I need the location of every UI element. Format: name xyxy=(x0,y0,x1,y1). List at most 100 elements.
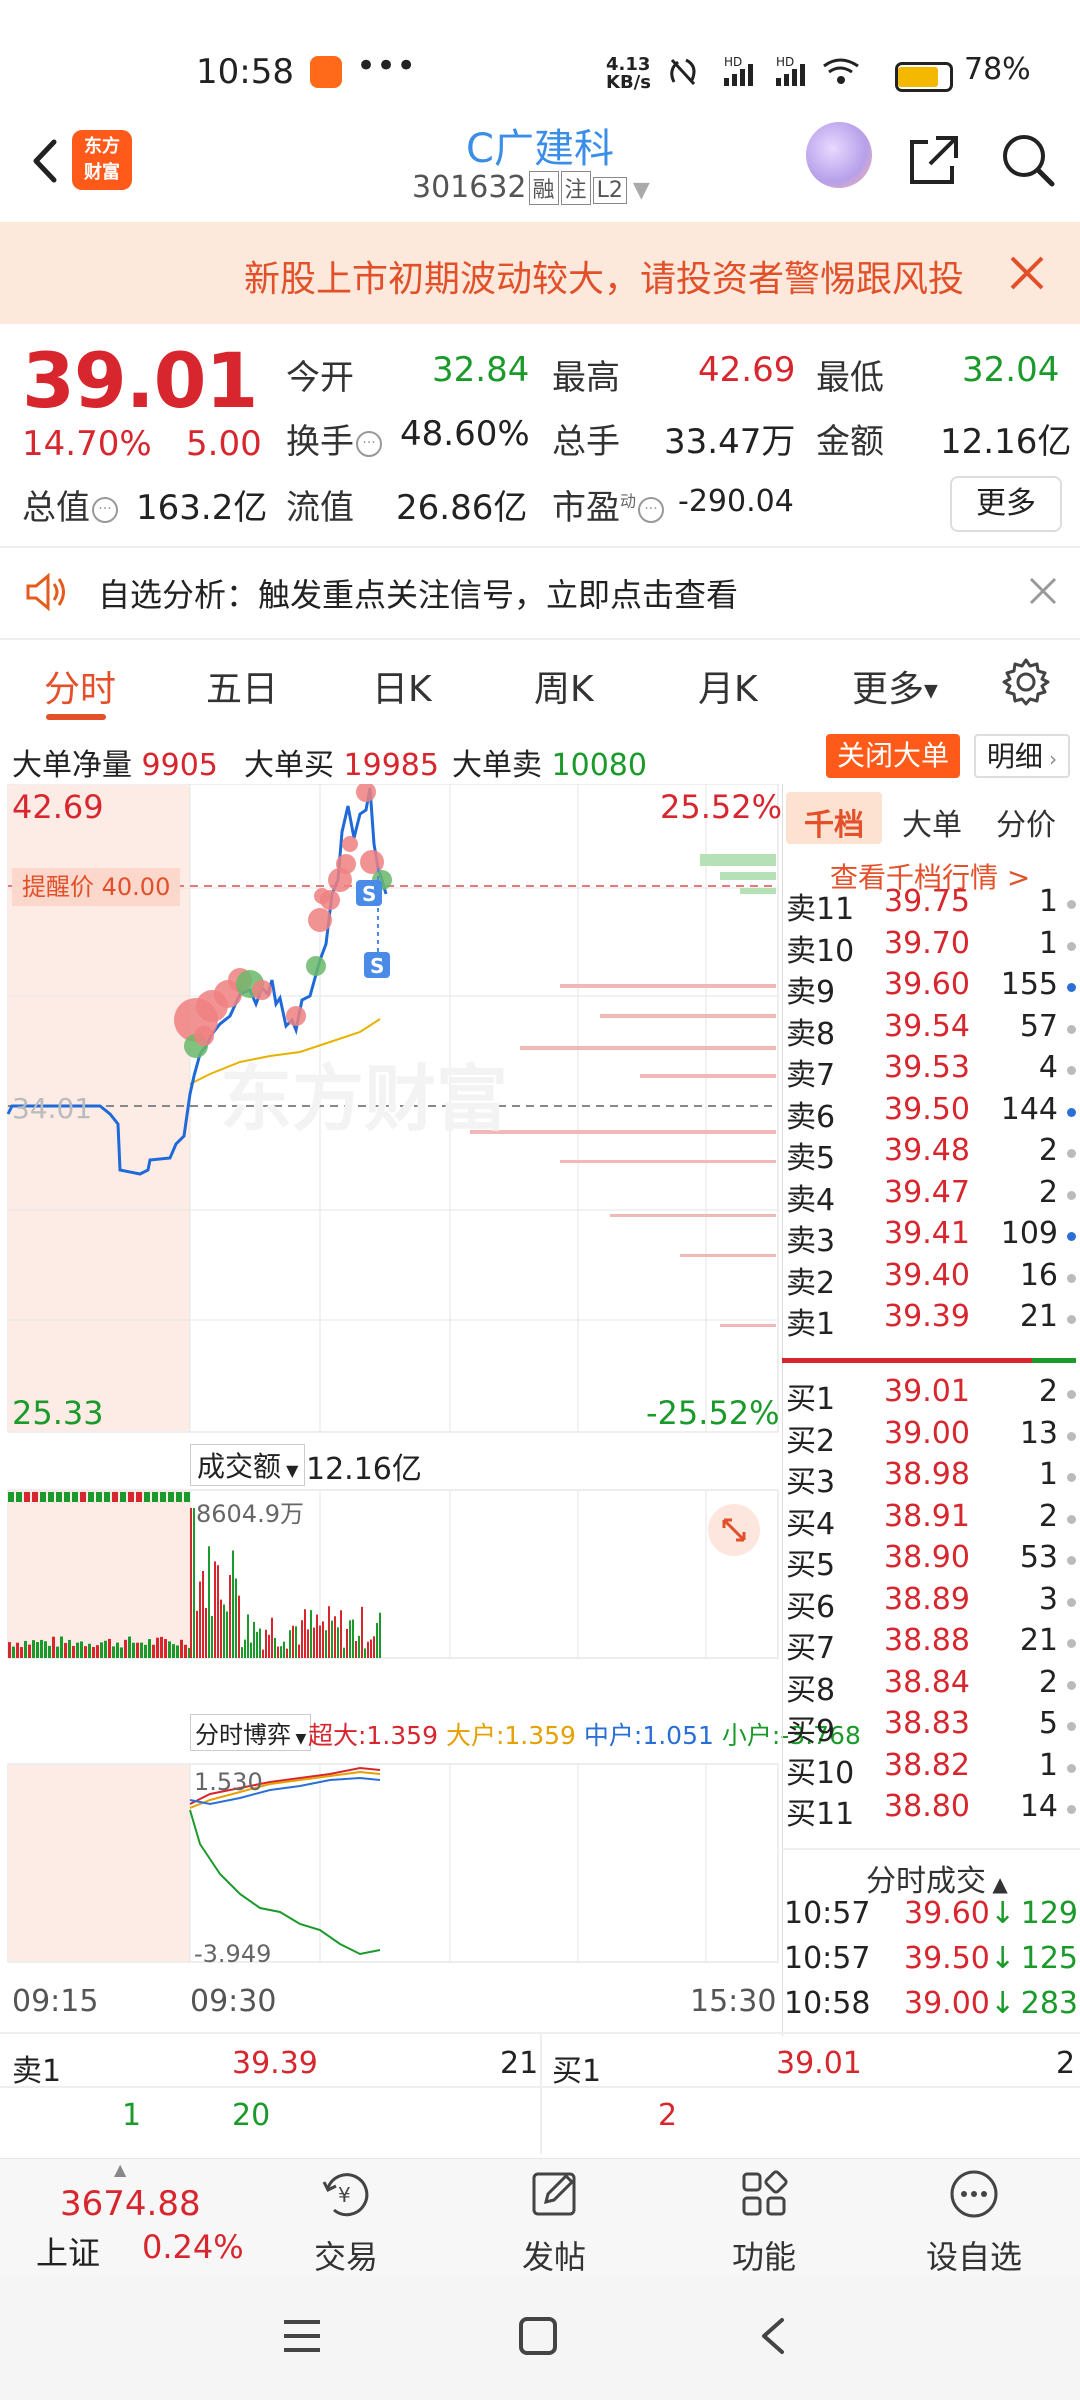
caret-up-icon[interactable]: ▲ xyxy=(986,1872,1007,1896)
volume-bar xyxy=(358,1635,360,1658)
volume-bar xyxy=(370,1639,372,1658)
analysis-alert-text[interactable]: 自选分析：触发重点关注信号，立即点击查看 xyxy=(98,570,738,616)
nav-post[interactable]: 发帖 xyxy=(494,2232,614,2278)
gear-icon[interactable] xyxy=(1000,656,1052,708)
volume-bar xyxy=(56,1492,62,1502)
ask-price: 39.70 xyxy=(884,925,970,961)
tab-weekly-k[interactable]: 周K xyxy=(534,660,594,712)
ask-indicator-dot xyxy=(1067,1149,1076,1158)
ask-level: 卖5 xyxy=(786,1141,836,1176)
bid-row[interactable]: 买11 38.80 14 xyxy=(786,1789,1076,1832)
volume-bar xyxy=(96,1645,99,1658)
bid-row[interactable]: 买4 38.91 2 xyxy=(786,1499,1076,1542)
bid-row[interactable]: 买8 38.84 2 xyxy=(786,1665,1076,1708)
net-speed: 4.13 KB/s xyxy=(606,54,651,93)
tab-more-label[interactable]: 更多 xyxy=(852,669,924,710)
volume-bar xyxy=(235,1578,237,1658)
bid-row[interactable]: 买10 38.82 1 xyxy=(786,1748,1076,1791)
volume-bar xyxy=(316,1614,318,1658)
order-book-tab-big-order[interactable]: 大单 xyxy=(902,800,962,844)
ask-row[interactable]: 卖4 39.47 2 xyxy=(786,1174,1076,1218)
volume-bar xyxy=(144,1644,147,1658)
ask-row[interactable]: 卖2 39.40 16 xyxy=(786,1258,1076,1301)
volume-indicator-select[interactable]: 成交额 ▼ xyxy=(190,1444,306,1486)
ask-volume: 144 xyxy=(1000,1091,1058,1127)
ask-price: 39.47 xyxy=(884,1174,970,1210)
ask-row[interactable]: 卖10 39.70 1 xyxy=(786,925,1076,969)
search-icon[interactable] xyxy=(998,130,1058,190)
ask-row[interactable]: 卖7 39.53 4 xyxy=(786,1050,1076,1093)
remind-price-tag[interactable]: 提醒价 40.00 xyxy=(12,868,181,906)
info-icon[interactable]: ··· xyxy=(92,496,118,523)
back-arrow-icon[interactable] xyxy=(18,132,76,190)
ask-row[interactable]: 卖3 39.41 109 xyxy=(786,1216,1076,1259)
volume-bar xyxy=(247,1614,249,1658)
info-icon[interactable]: ··· xyxy=(638,496,665,523)
bid-row[interactable]: 买9 38.83 5 xyxy=(786,1706,1076,1749)
home-icon[interactable] xyxy=(516,2314,560,2358)
more-circle-icon[interactable] xyxy=(948,2168,1000,2220)
tick-price: 39.60 xyxy=(904,1896,990,1931)
bid-volume: 1 xyxy=(1038,1457,1058,1492)
volume-bar xyxy=(40,1639,43,1658)
ask-row[interactable]: 卖1 39.39 21 xyxy=(786,1299,1076,1342)
bid-row[interactable]: 买2 39.00 13 xyxy=(786,1416,1076,1459)
nav-trade[interactable]: 交易 xyxy=(286,2232,406,2278)
volume-bar xyxy=(144,1492,150,1502)
bid-row[interactable]: 买3 38.98 1 xyxy=(786,1457,1076,1500)
menu-icon[interactable] xyxy=(280,2316,324,2356)
post-icon[interactable] xyxy=(528,2168,580,2220)
tab-monthly-k[interactable]: 月K xyxy=(698,660,758,712)
bid-row[interactable]: 买5 38.90 53 xyxy=(786,1540,1076,1583)
close-big-order-button[interactable]: 关闭大单 xyxy=(826,734,960,778)
volume-bar xyxy=(292,1625,294,1658)
order-book-tab-depth[interactable]: 千档 xyxy=(804,800,864,844)
index-value[interactable]: 3674.88 xyxy=(60,2184,201,2224)
tab-five-day[interactable]: 五日 xyxy=(206,660,278,712)
volume-bar xyxy=(136,1642,139,1658)
bid-row[interactable]: 买1 39.01 2 xyxy=(786,1374,1076,1417)
bid-volume: 5 xyxy=(1038,1706,1058,1741)
bid-row[interactable]: 买7 38.88 21 xyxy=(786,1623,1076,1666)
volume-bar xyxy=(104,1492,110,1502)
float-cap-value: 26.86亿 xyxy=(396,488,528,528)
bid-indicator-dot xyxy=(1067,1763,1076,1773)
stock-name[interactable]: C广建科 xyxy=(340,116,740,174)
ask-row[interactable]: 卖8 39.54 57 xyxy=(786,1009,1076,1052)
bottom-sell1-price: 39.39 xyxy=(232,2046,318,2081)
nav-add-watchlist[interactable]: 设自选 xyxy=(914,2232,1034,2278)
flow-indicator-select[interactable]: 分时博弈 ▼ xyxy=(190,1714,312,1751)
volume-bar xyxy=(168,1641,171,1658)
back-icon[interactable] xyxy=(752,2314,796,2358)
current-price: 39.01 xyxy=(22,336,258,425)
volume-bar xyxy=(176,1492,182,1502)
volume-bar xyxy=(379,1612,381,1658)
close-icon[interactable] xyxy=(1024,572,1062,610)
info-icon[interactable]: ··· xyxy=(356,430,382,457)
ask-row[interactable]: 卖11 39.75 1 xyxy=(786,884,1076,927)
volume-bar xyxy=(352,1619,354,1658)
nav-functions[interactable]: 功能 xyxy=(704,2232,824,2278)
caret-down-icon[interactable]: ▼ xyxy=(633,178,650,203)
big-order-net-value: 9905 xyxy=(141,748,218,783)
detail-button[interactable]: 明细 › xyxy=(974,734,1070,778)
close-icon[interactable] xyxy=(1004,250,1050,296)
bid-row[interactable]: 买6 38.89 3 xyxy=(786,1582,1076,1625)
volume-bar xyxy=(196,1610,198,1658)
ask-row[interactable]: 卖9 39.60 155 xyxy=(786,967,1076,1010)
ask-row[interactable]: 卖5 39.48 2 xyxy=(786,1133,1076,1176)
volume-bar xyxy=(205,1607,207,1658)
divider xyxy=(782,1848,1080,1850)
trade-icon[interactable]: ¥ xyxy=(320,2168,372,2220)
tab-intraday[interactable]: 分时 xyxy=(44,660,116,712)
order-book-tab-price[interactable]: 分价 xyxy=(996,800,1056,844)
share-icon[interactable] xyxy=(906,132,962,188)
ask-row[interactable]: 卖6 39.50 144 xyxy=(786,1091,1076,1135)
functions-grid-icon[interactable] xyxy=(738,2168,790,2220)
expand-icon[interactable] xyxy=(708,1504,760,1556)
bid-price: 39.01 xyxy=(884,1374,970,1409)
ask-indicator-dot xyxy=(1067,1273,1076,1283)
more-button[interactable]: 更多 xyxy=(950,476,1062,532)
tab-daily-k[interactable]: 日K xyxy=(372,660,432,712)
assistant-robot-icon[interactable] xyxy=(806,122,872,188)
